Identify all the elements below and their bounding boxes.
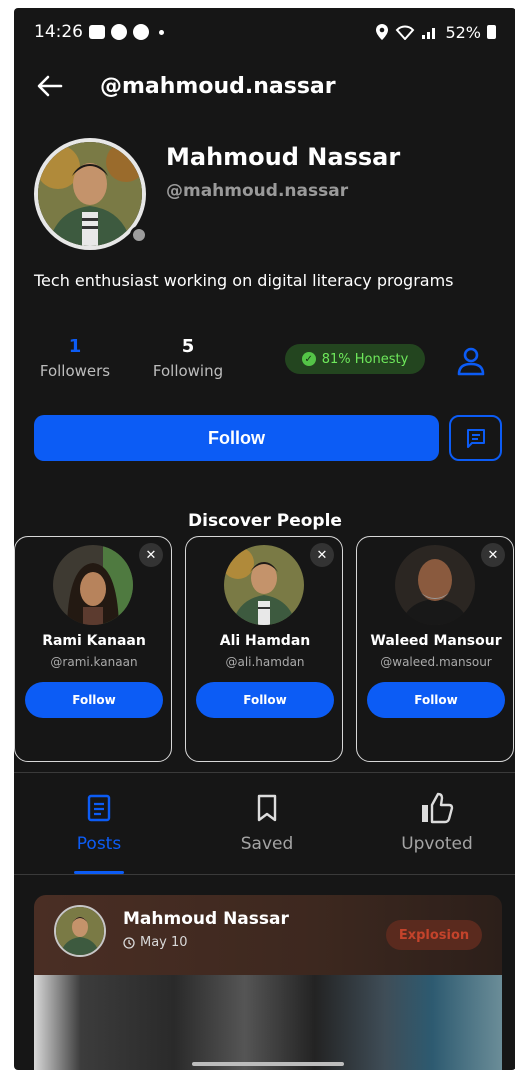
following-label: Following bbox=[152, 362, 224, 380]
dismiss-card-button[interactable]: ✕ bbox=[310, 543, 334, 567]
person-card[interactable]: ✕ Waleed Mansour @waleed.mansour Follow bbox=[356, 536, 514, 762]
person-handle: @waleed.mansour bbox=[380, 655, 492, 669]
app-bar: @mahmoud.nassar bbox=[14, 56, 515, 116]
post-card[interactable]: Mahmoud Nassar May 10 Explosion bbox=[34, 895, 502, 1070]
message-button[interactable] bbox=[449, 415, 502, 461]
followers-label: Followers bbox=[39, 362, 111, 380]
person-avatar bbox=[395, 545, 475, 625]
avatar-photo bbox=[38, 142, 142, 246]
followers-stat[interactable]: 1 Followers bbox=[34, 336, 116, 380]
post-author-avatar[interactable] bbox=[54, 905, 106, 957]
dismiss-card-button[interactable]: ✕ bbox=[139, 543, 163, 567]
tab-label: Posts bbox=[76, 834, 122, 854]
shield-check-icon: ✓ bbox=[301, 352, 316, 366]
person-follow-button[interactable]: Follow bbox=[367, 682, 505, 718]
app-bar-title: @mahmoud.nassar bbox=[100, 73, 336, 99]
person-avatar bbox=[53, 545, 133, 625]
honesty-badge: ✓ 81% Honesty bbox=[285, 344, 425, 374]
post-date-text: May 10 bbox=[140, 935, 188, 950]
status-time: 14:26 bbox=[34, 22, 83, 42]
gallery-notification-icon bbox=[89, 25, 105, 39]
wifi-icon bbox=[396, 25, 415, 40]
person-name: Rami Kanaan bbox=[42, 633, 146, 649]
post-date: May 10 bbox=[123, 935, 188, 950]
phone-screen: 14:26 52% @mahmoud.nassar Mahmoud Nassar… bbox=[14, 8, 515, 1070]
tab-upvoted[interactable]: Upvoted bbox=[377, 790, 497, 854]
bookmark-icon bbox=[257, 794, 277, 822]
post-category-tag: Explosion bbox=[386, 920, 482, 950]
divider bbox=[14, 772, 515, 773]
tab-saved[interactable]: Saved bbox=[207, 790, 327, 854]
profile-bio: Tech enthusiast working on digital liter… bbox=[34, 271, 454, 290]
profile-name: Mahmoud Nassar bbox=[166, 143, 401, 171]
app-notification-icon bbox=[111, 24, 127, 40]
person-name: Ali Hamdan bbox=[219, 633, 311, 649]
honesty-label: 81% Honesty bbox=[321, 351, 409, 367]
thumbs-up-icon bbox=[422, 792, 454, 824]
signal-icon bbox=[422, 28, 436, 39]
arrow-left-icon bbox=[37, 75, 63, 97]
tab-label: Saved bbox=[240, 834, 294, 854]
post-image[interactable] bbox=[34, 975, 502, 1070]
tab-posts[interactable]: Posts bbox=[39, 790, 159, 854]
presence-indicator bbox=[130, 226, 148, 244]
person-follow-button[interactable]: Follow bbox=[196, 682, 334, 718]
person-handle: @rami.kanaan bbox=[50, 655, 138, 669]
person-name: Waleed Mansour bbox=[370, 633, 502, 649]
message-icon bbox=[466, 429, 485, 448]
followers-count: 1 bbox=[68, 336, 82, 357]
status-bar: 14:26 52% bbox=[14, 8, 515, 56]
person-handle: @ali.hamdan bbox=[225, 655, 305, 669]
post-author-name: Mahmoud Nassar bbox=[123, 909, 289, 929]
divider bbox=[14, 874, 515, 875]
clock-icon bbox=[123, 936, 135, 949]
more-notifications-icon bbox=[159, 29, 164, 35]
dismiss-card-button[interactable]: ✕ bbox=[481, 543, 505, 567]
following-count: 5 bbox=[181, 336, 195, 357]
person-card[interactable]: ✕ Ali Hamdan @ali.hamdan Follow bbox=[185, 536, 343, 762]
app-notification-icon bbox=[133, 24, 149, 40]
location-icon bbox=[376, 24, 389, 40]
document-icon bbox=[87, 794, 111, 822]
profile-options-button[interactable] bbox=[454, 344, 488, 378]
person-follow-button[interactable]: Follow bbox=[25, 682, 163, 718]
person-card[interactable]: ✕ Rami Kanaan @rami.kanaan Follow bbox=[14, 536, 172, 762]
person-icon bbox=[457, 347, 485, 376]
person-avatar bbox=[224, 545, 304, 625]
profile-handle: @mahmoud.nassar bbox=[166, 181, 349, 201]
home-indicator bbox=[192, 1062, 344, 1066]
profile-avatar[interactable] bbox=[34, 138, 148, 250]
discover-people-title: Discover People bbox=[188, 511, 342, 531]
battery-percentage: 52% bbox=[445, 22, 481, 42]
following-stat[interactable]: 5 Following bbox=[146, 336, 230, 380]
back-button[interactable] bbox=[34, 70, 66, 102]
follow-button[interactable]: Follow bbox=[34, 415, 439, 461]
battery-icon bbox=[487, 25, 496, 39]
tab-label: Upvoted bbox=[401, 834, 473, 854]
